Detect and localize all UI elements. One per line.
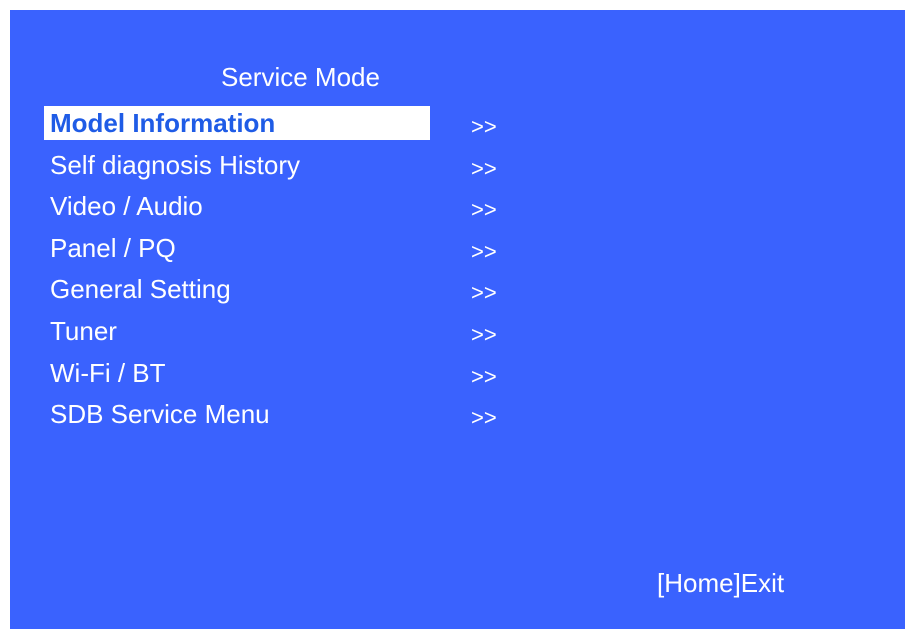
exit-hint[interactable]: [Home]Exit bbox=[657, 568, 784, 598]
submenu-arrow-icon: >> bbox=[471, 321, 497, 347]
menu-item-general-setting[interactable]: General Setting >> bbox=[44, 268, 564, 310]
menu-item-label: SDB Service Menu bbox=[50, 399, 270, 430]
menu-item-tuner[interactable]: Tuner >> bbox=[44, 310, 564, 352]
menu-item-label: Self diagnosis History bbox=[50, 149, 300, 180]
submenu-arrow-icon: >> bbox=[471, 405, 497, 431]
menu-item-label: Video / Audio bbox=[50, 191, 203, 222]
menu-item-sdb-service-menu[interactable]: SDB Service Menu >> bbox=[44, 393, 564, 435]
menu-item-label: Wi-Fi / BT bbox=[50, 357, 166, 388]
menu-item-label: General Setting bbox=[50, 274, 231, 305]
submenu-arrow-icon: >> bbox=[471, 363, 497, 389]
service-mode-screen: Service Mode Model Information >> Self d… bbox=[10, 10, 905, 629]
service-menu: Model Information >> Self diagnosis Hist… bbox=[44, 102, 564, 435]
menu-item-label: Tuner bbox=[50, 315, 117, 346]
menu-item-video-audio[interactable]: Video / Audio >> bbox=[44, 185, 564, 227]
submenu-arrow-icon: >> bbox=[471, 114, 497, 139]
menu-item-model-information[interactable]: Model Information >> bbox=[44, 102, 564, 144]
menu-item-wifi-bt[interactable]: Wi-Fi / BT >> bbox=[44, 352, 564, 394]
menu-item-panel-pq[interactable]: Panel / PQ >> bbox=[44, 227, 564, 269]
menu-item-self-diagnosis-history[interactable]: Self diagnosis History >> bbox=[44, 144, 564, 186]
menu-item-label: Model Information bbox=[44, 106, 430, 140]
submenu-arrow-icon: >> bbox=[471, 238, 497, 264]
submenu-arrow-icon: >> bbox=[471, 155, 497, 181]
page-title: Service Mode bbox=[221, 62, 380, 92]
menu-item-label: Panel / PQ bbox=[50, 232, 176, 263]
submenu-arrow-icon: >> bbox=[471, 280, 497, 306]
submenu-arrow-icon: >> bbox=[471, 197, 497, 223]
